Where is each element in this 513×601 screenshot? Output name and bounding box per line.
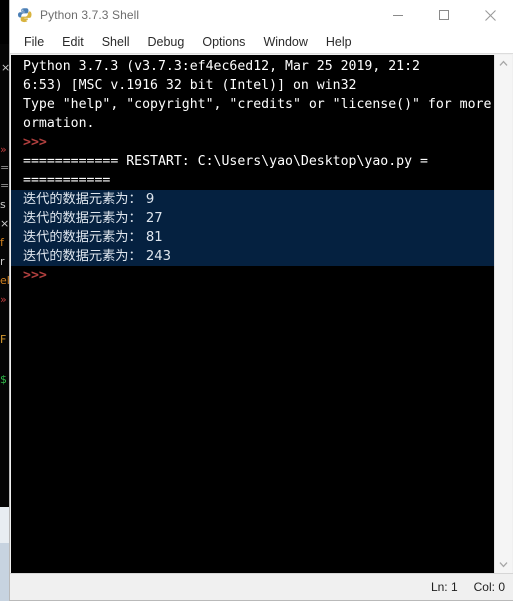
bg-text-fragment: f <box>0 236 4 249</box>
bg-text-fragment: r <box>0 255 5 268</box>
menu-item-shell[interactable]: Shell <box>93 33 139 51</box>
console-restart-line: ============ RESTART: C:\Users\yao\Deskt… <box>23 154 428 169</box>
bg-text-fragment: » <box>0 143 7 156</box>
close-button[interactable] <box>467 0 513 30</box>
menu-item-file[interactable]: File <box>15 33 53 51</box>
window-title: Python 3.7.3 Shell <box>40 8 140 22</box>
bg-text-fragment: » <box>0 293 7 306</box>
title-bar[interactable]: Python 3.7.3 Shell <box>10 0 513 30</box>
chevron-down-icon <box>499 562 508 568</box>
shell-output[interactable]: Python 3.7.3 (v3.7.3:ef4ec6ed12, Mar 25 … <box>11 55 494 573</box>
console-line: Type "help", "copyright", "credits" or "… <box>23 97 494 112</box>
bg-text-fragment: = <box>0 161 10 174</box>
console-line: ormation. <box>23 116 95 131</box>
maximize-icon <box>439 10 449 20</box>
menu-item-window[interactable]: Window <box>254 33 316 51</box>
scroll-down-button[interactable] <box>495 556 512 573</box>
taskbar-fragment[interactable] <box>0 543 9 601</box>
console-line: 6:53) [MSC v.1916 32 bit (Intel)] on win… <box>23 78 357 93</box>
maximize-button[interactable] <box>421 0 467 30</box>
console-output-line: 迭代的数据元素为： 243 <box>11 247 494 266</box>
minimize-icon <box>393 15 403 16</box>
chevron-up-icon <box>499 60 508 66</box>
status-bar: Ln: 1 Col: 0 <box>10 573 513 600</box>
status-line-indicator: Ln: 1 <box>430 580 458 594</box>
close-icon <box>484 9 496 21</box>
console-restart-line: =========== <box>23 173 111 188</box>
console-output-line: 迭代的数据元素为： 81 <box>11 228 494 247</box>
python-logo-icon <box>17 7 33 23</box>
console-line: Python 3.7.3 (v3.7.3:ef4ec6ed12, Mar 25 … <box>23 59 420 74</box>
python-shell-window: Python 3.7.3 Shell File Edit Shell Debug… <box>9 0 513 601</box>
background-window-lower-left[interactable] <box>0 507 9 543</box>
bg-text-fragment: = <box>0 179 10 192</box>
status-column-indicator: Col: 0 <box>473 580 505 594</box>
minimize-button[interactable] <box>375 0 421 30</box>
scroll-up-button[interactable] <box>495 55 512 72</box>
menu-item-help[interactable]: Help <box>317 33 361 51</box>
bg-text-fragment: $ <box>0 373 7 386</box>
menu-item-options[interactable]: Options <box>193 33 254 51</box>
console-prompt-line[interactable]: >>> <box>11 266 494 285</box>
bg-text-fragment: s <box>0 198 6 211</box>
scrollbar-track[interactable] <box>495 72 512 556</box>
menu-item-debug[interactable]: Debug <box>139 33 194 51</box>
console-output-line: 迭代的数据元素为： 9 <box>11 190 494 209</box>
menu-bar: File Edit Shell Debug Options Window Hel… <box>10 30 513 54</box>
prompt-marker: >>> <box>23 135 47 150</box>
bg-text-fragment: × <box>0 217 10 230</box>
vertical-scrollbar[interactable] <box>494 55 512 573</box>
bg-text-fragment: F <box>0 333 7 346</box>
menu-item-edit[interactable]: Edit <box>53 33 93 51</box>
console-prompt-line: >>> <box>11 133 494 152</box>
console-output-line: 迭代的数据元素为： 27 <box>11 209 494 228</box>
console-area: Python 3.7.3 (v3.7.3:ef4ec6ed12, Mar 25 … <box>10 54 513 573</box>
prompt-marker: >>> <box>23 268 47 283</box>
